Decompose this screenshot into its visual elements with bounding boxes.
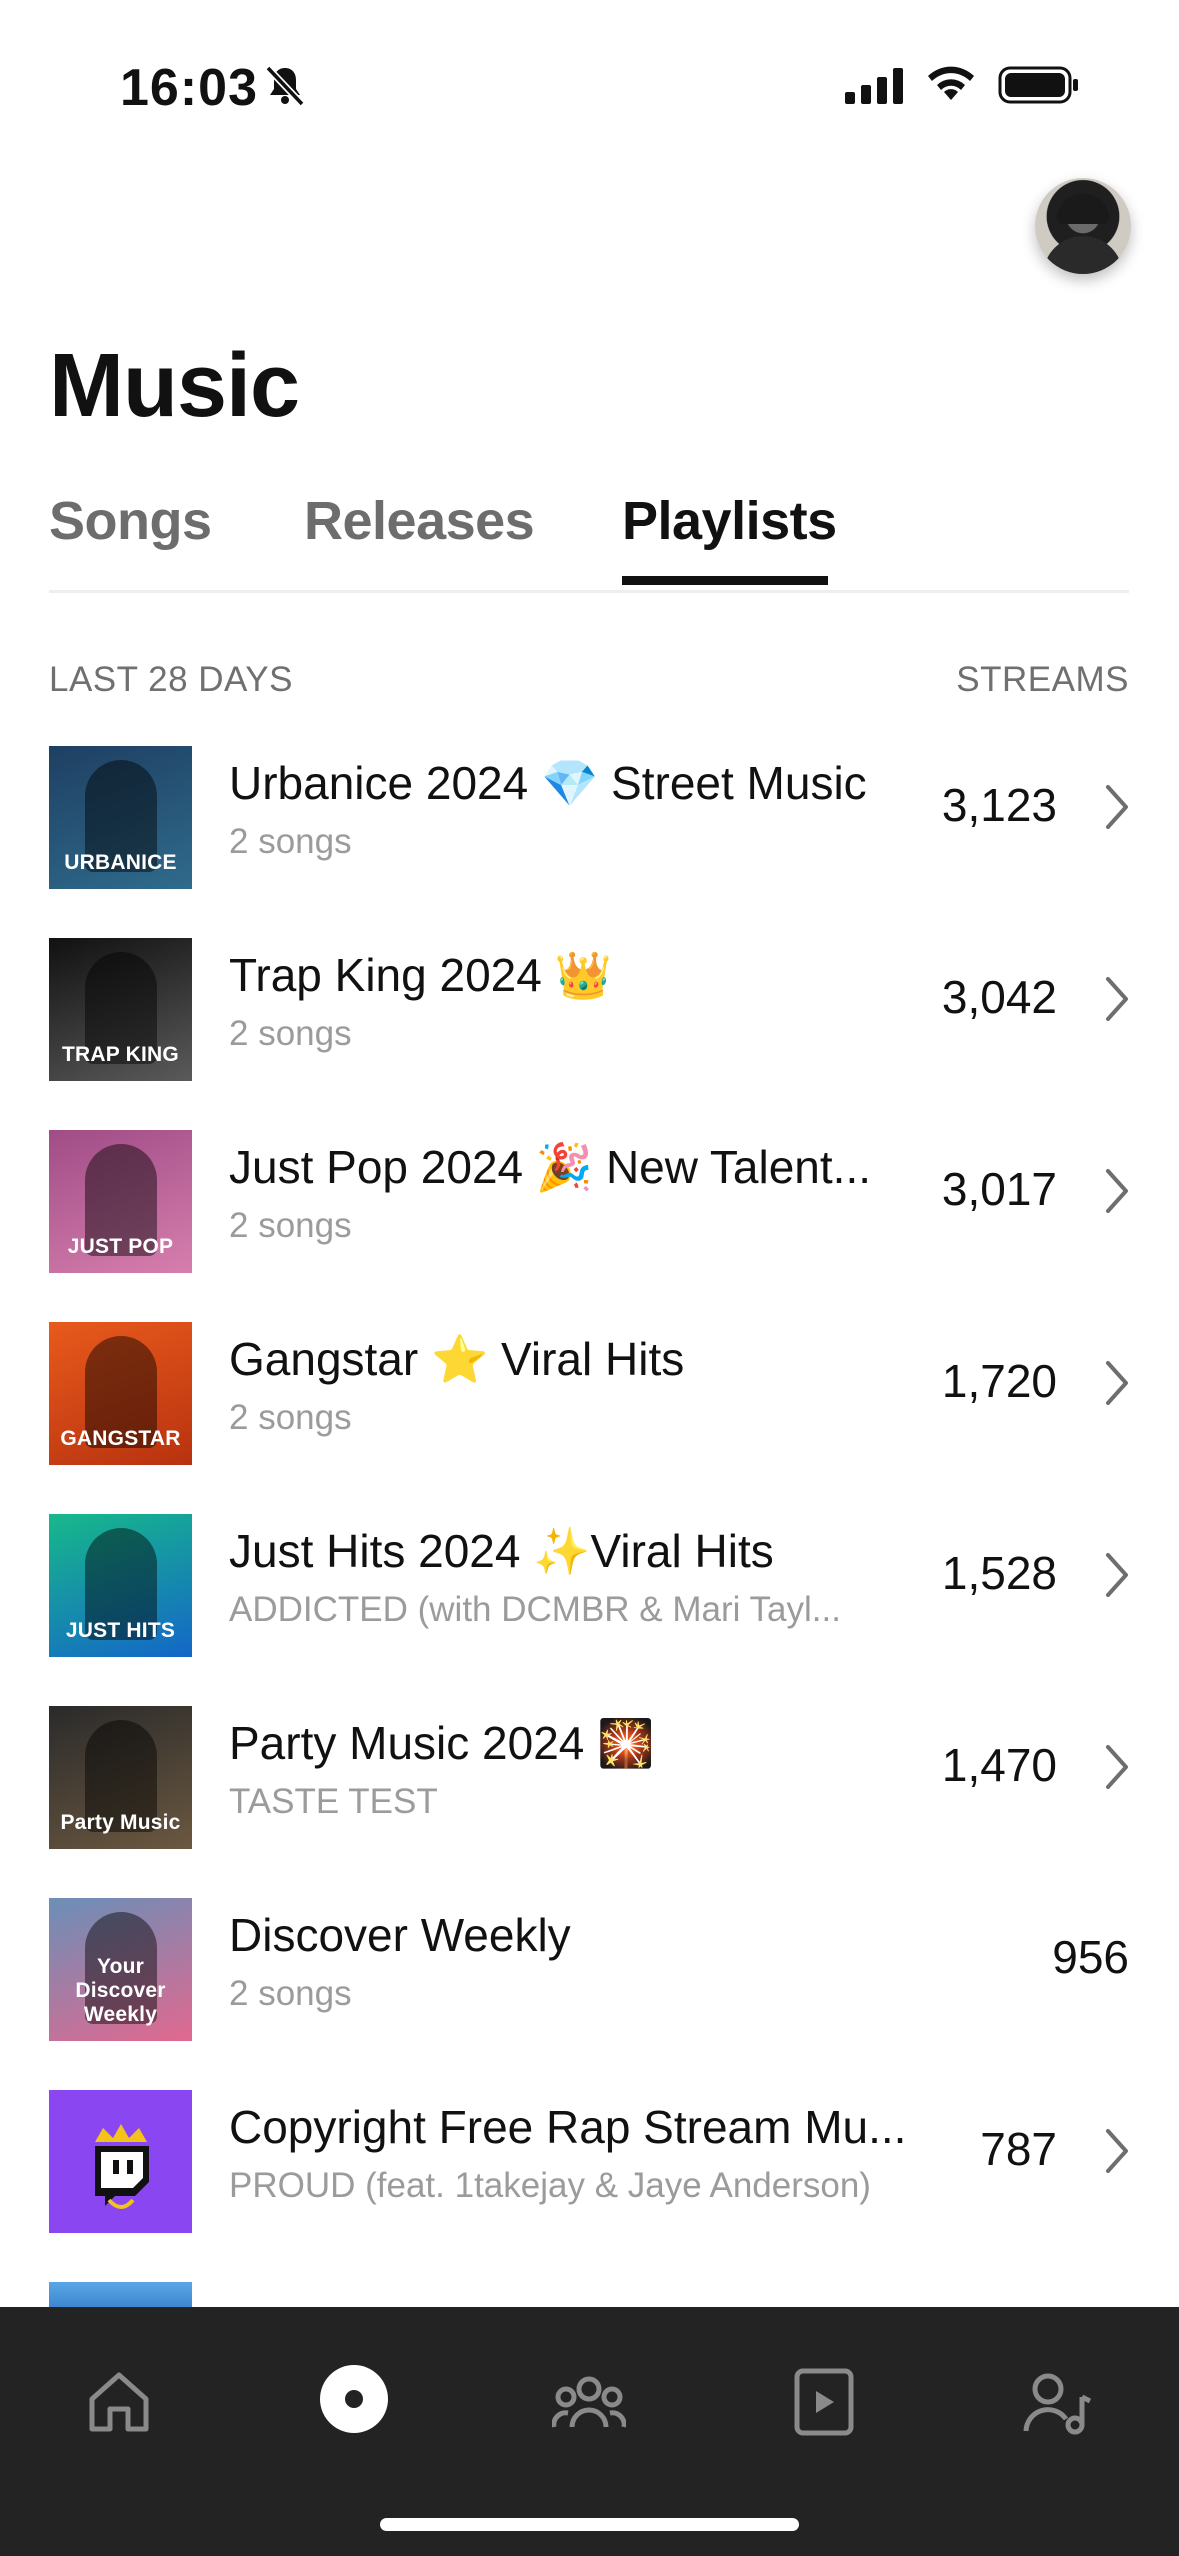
playlist-cover: Party Music (49, 1706, 192, 1849)
playlist-row[interactable]: JUST POP Just Pop 2024 🎉 New Talent... 2 s… (0, 1114, 1179, 1306)
stream-count: 3,123 (941, 779, 1057, 831)
segment-tabs: Songs Releases Playlists (49, 490, 1129, 593)
playlist-subtitle: TASTE TEST (229, 1782, 438, 1821)
cover-label: TRAP KING (62, 1043, 179, 1066)
playlist-cover (49, 2282, 192, 2307)
cover-label: JUST POP (67, 1235, 174, 1258)
playlist-name: Copyright Free Rap Stream Mu... (229, 2101, 907, 2153)
silent-bell-icon (265, 65, 305, 107)
stream-count: 1,720 (941, 1355, 1057, 1407)
playlist-row[interactable]: TRAP KING Trap King 2024 👑 2 songs 3,042 (0, 922, 1179, 1114)
tab-songs[interactable]: Songs (49, 490, 212, 552)
chevron-right-icon[interactable] (1105, 1168, 1129, 1214)
playlist-cover: URBANICE (49, 746, 192, 889)
playlist-subtitle: 2 songs (229, 1014, 352, 1053)
home-icon[interactable] (84, 2367, 154, 2437)
chevron-right-icon[interactable] (1105, 976, 1129, 1022)
status-bar: 16:03 (0, 0, 1179, 150)
home-indicator (380, 2518, 799, 2531)
playlist-name: Trap King 2024 👑 (229, 949, 612, 1001)
chevron-right-icon[interactable] (1105, 784, 1129, 830)
playlist-cover: Your Discover Weekly (49, 1898, 192, 2041)
battery-icon (998, 66, 1078, 104)
playlist-name: Gangstar ⭐ Viral Hits (229, 1333, 685, 1385)
playlist-name: Just Pop 2024 🎉 New Talent... (229, 1141, 872, 1193)
cover-label: Party Music (60, 1811, 181, 1834)
cover-label: URBANICE (64, 851, 177, 874)
playlist-subtitle: ADDICTED (with DCMBR & Mari Tayl... (229, 1590, 841, 1629)
stream-count: 1,470 (941, 1739, 1057, 1791)
playlist-row[interactable]: URBANICE Urbanice 2024 💎 Street Music 2 so… (0, 730, 1179, 922)
stream-count: 787 (980, 2123, 1057, 2175)
playlist-name: Discover Weekly (229, 1909, 571, 1961)
cover-label: JUST HITS (65, 1619, 176, 1642)
playlist-subtitle: 2 songs (229, 1398, 352, 1437)
streams-column-label: STREAMS (956, 660, 1129, 699)
video-icon[interactable] (793, 2367, 855, 2437)
playlist-row[interactable]: Copyright Free Rap Stream Mu... PROUD (fe… (0, 2074, 1179, 2266)
cover-label: Your Discover Weekly (75, 1955, 166, 2026)
stream-count: 3,017 (941, 1163, 1057, 1215)
stream-count: 1,528 (941, 1547, 1057, 1599)
playlist-row[interactable]: JUST HITS Just Hits 2024 ✨Viral Hits ADDIC… (0, 1498, 1179, 1690)
playlist-subtitle: 2 songs (229, 1974, 352, 2013)
tab-releases[interactable]: Releases (304, 490, 535, 552)
chevron-right-icon[interactable] (1105, 1744, 1129, 1790)
audience-icon[interactable] (552, 2367, 626, 2437)
chevron-right-icon[interactable] (1105, 2128, 1129, 2174)
playlist-name: Urbanice 2024 💎 Street Music (229, 757, 867, 809)
playlist-row[interactable]: Party Music Party Music 2024 🎇 TASTE TEST 1… (0, 1690, 1179, 1882)
tab-playlists[interactable]: Playlists (622, 490, 837, 552)
stream-count: 3,042 (941, 971, 1057, 1023)
status-time: 16:03 (120, 59, 258, 117)
stream-count: 956 (1052, 1931, 1129, 1983)
twitch-crown-icon (95, 2124, 149, 2209)
playlist-name: Just Hits 2024 ✨Viral Hits (229, 1525, 774, 1577)
cellular-signal-icon (845, 68, 903, 104)
artist-profile-icon[interactable] (1022, 2367, 1094, 2437)
playlist-subtitle: PROUD (feat. 1takejay & Jaye Anderson) (229, 2166, 871, 2205)
playlist-name: Party Music 2024 🎇 (229, 1717, 655, 1769)
cover-label: GANGSTAR (60, 1427, 181, 1450)
playlist-cover: TRAP KING (49, 938, 192, 1081)
chevron-right-icon[interactable] (1105, 1552, 1129, 1598)
chevron-right-icon[interactable] (1105, 1360, 1129, 1406)
page-title: Music (49, 336, 300, 436)
playlist-cover: JUST HITS (49, 1514, 192, 1657)
playlist-cover: JUST POP (49, 1130, 192, 1273)
playlist-subtitle: 2 songs (229, 822, 352, 861)
wifi-icon (928, 66, 974, 100)
playlist-row[interactable]: GANGSTAR Gangstar ⭐ Viral Hits 2 songs 1,72… (0, 1306, 1179, 1498)
period-label: LAST 28 DAYS (49, 660, 293, 699)
music-disc-icon[interactable] (318, 2363, 390, 2435)
playlist-row[interactable]: Your Discover Weekly Discover Weekly 2 son… (0, 1882, 1179, 2074)
profile-avatar[interactable] (1035, 178, 1131, 274)
playlist-cover (49, 2090, 192, 2233)
playlist-cover: GANGSTAR (49, 1322, 192, 1465)
active-tab-indicator (622, 576, 828, 585)
playlist-subtitle: 2 songs (229, 1206, 352, 1245)
